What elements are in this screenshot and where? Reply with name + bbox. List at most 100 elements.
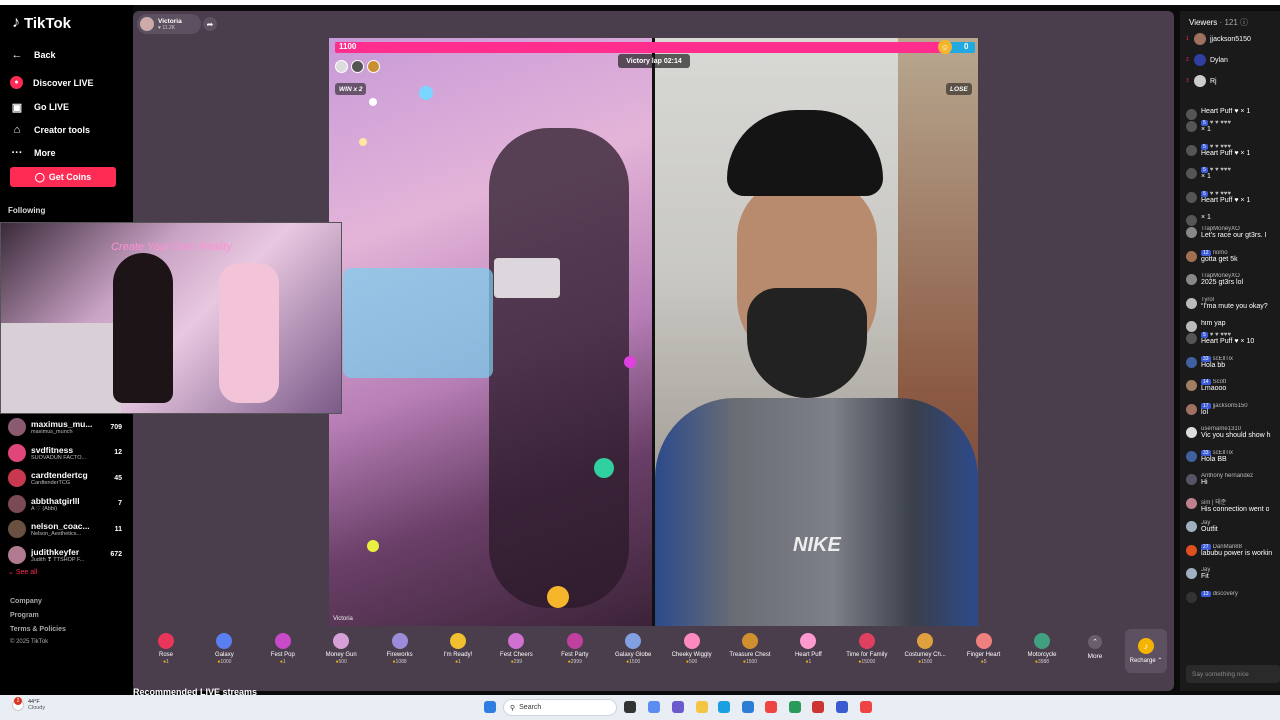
chat-message[interactable]: 14 Scott Lmaooo [1186,379,1280,392]
following-item[interactable]: svdfitness SUOVADUN FACTO... 12 [8,441,122,465]
chat-message[interactable]: 5 ♥ ♥ ♥♥♥ Heart Puff ♥ × 10 [1186,332,1280,345]
gift-item[interactable]: Heart Puff ●1 [779,627,837,677]
gift-item[interactable]: Fest Cheers ●299 [487,627,545,677]
footer-company[interactable]: Company [10,598,42,605]
chat-message[interactable]: 33 scEllTix Hola bb [1186,355,1280,369]
notification-badge: 2 [14,697,22,705]
following-item[interactable]: judithkeyfer Judith ❣ TTSHOP F... 672 [8,543,122,567]
host-pill[interactable]: Victoria ♥ 11.2K [137,14,201,34]
top-viewer[interactable]: 2 Dylan [1186,54,1228,66]
edge-icon[interactable] [718,701,730,713]
share-button[interactable]: ➦ [203,17,217,31]
chat-message[interactable]: 13 discovery [1186,590,1280,603]
gift-item[interactable]: Rose ●1 [137,627,195,677]
recharge-button[interactable]: ♪ Recharge ⌃ [1125,629,1167,673]
tiktok-logo[interactable]: ♪ TikTok [12,14,71,32]
gift-item[interactable]: Cheeky Wiggly ●500 [663,627,721,677]
chevron-up-icon: ⌃ [1088,635,1102,649]
chat-text: × 1 [1201,214,1211,221]
footer-terms[interactable]: Terms & Policies [10,626,66,633]
gift-item[interactable]: Costumey Ch... ●1500 [896,627,954,677]
gift-name: Finger Heart [966,652,1001,658]
gift-price: 1500 [629,659,641,665]
chat-message[interactable]: Jay Fit [1186,567,1280,580]
gift-item[interactable]: I'm Ready! ●1 [429,627,487,677]
host-name: Victoria [158,17,182,25]
app-icon[interactable] [789,701,801,713]
app-icon[interactable] [836,701,848,713]
gift-name: Treasure Chest [729,652,771,658]
top-viewer[interactable]: 3 Rj [1186,75,1217,87]
following-item[interactable]: nelson_coac... Nelson_Aesthetics... 11 [8,517,122,541]
chrome-icon[interactable] [860,701,872,713]
right-stream: NIKE [655,38,978,626]
nav-discover-live[interactable]: ● Discover LIVE [10,76,94,89]
viewers-header[interactable]: Viewers · 121 ⓘ [1189,17,1248,28]
chat-message[interactable]: 5 ♥ ♥ ♥♥♥ Heart Puff ♥ × 1 [1186,190,1280,204]
chat-message[interactable]: 12 nomo gotta get 5k [1186,249,1280,263]
chat-message[interactable]: TrapMoneyXO 2025 gt3rs lol [1186,273,1280,286]
gift-item[interactable]: Money Gun ●500 [312,627,370,677]
chat-message[interactable]: Heart Puff ♥ × 1 [1186,108,1280,120]
gift-icon [742,633,758,649]
supporter-avatar[interactable] [351,60,364,73]
chat-message[interactable]: him yap [1186,320,1280,332]
teams-icon[interactable] [672,701,684,713]
gift-item[interactable]: Fest Party ●2999 [546,627,604,677]
gift-item[interactable]: Motorcycle ●3988 [1013,627,1071,677]
gift-item[interactable]: Treasure Chest ●1500 [721,627,779,677]
chat-message[interactable]: × 1 [1186,214,1280,226]
task-view-icon[interactable] [624,701,636,713]
top-viewer[interactable]: 1 jjackson5150 [1186,33,1251,45]
chat-message[interactable]: TrapMoneyXO Let's race our gt3rs. I [1186,226,1280,239]
gift-item[interactable]: Fest Pop ●1 [254,627,312,677]
gift-item[interactable]: Galaxy ●1000 [195,627,253,677]
chat-message[interactable]: Tyrol “I'ma mute you okay? [1186,297,1280,310]
following-item[interactable]: maximus_mu... maximus_munch 709 [8,415,122,439]
gift-item[interactable]: Galaxy Globe ●1500 [604,627,662,677]
chat-message[interactable]: 5 ♥ ♥ ♥♥♥ Heart Puff ♥ × 1 [1186,143,1280,157]
chat-message[interactable]: 5 ♥ ♥ ♥♥♥ × 1 [1186,120,1280,133]
browser-top-strip [0,0,1280,5]
following-item[interactable]: cardtendertcg CardtenderTCG 45 [8,466,122,490]
following-subtitle: maximus_munch [31,429,73,435]
supporter-avatar[interactable] [367,60,380,73]
gift-name: Money Gun [325,652,357,658]
back-button[interactable]: ← Back [10,48,56,62]
supporter-avatar[interactable] [335,60,348,73]
see-all-link[interactable]: ⌄ See all [8,568,37,576]
chat-username: ♥ ♥ ♥♥♥ [1209,143,1231,150]
picture-in-picture-video[interactable]: Create Your Own Reality [0,222,342,414]
chat-text: lol [1201,408,1209,416]
file-explorer-icon[interactable] [696,701,708,713]
chat-message[interactable]: Jay Outfit [1186,520,1280,533]
gift-bar: Rose ●1 Galaxy ●1000 Fest Pop ●1 Money Gun ●500… [137,627,1170,677]
chat-input[interactable]: Say something nice [1186,665,1280,683]
chat-username: Anthony hernandez [1201,473,1254,479]
chat-message[interactable]: 17 jjackson5150 lol [1186,402,1280,416]
taskbar-search[interactable]: ⚲ Search [503,699,617,716]
mail-icon[interactable] [742,701,754,713]
nav-go-live[interactable]: ▣ Go LIVE [10,100,69,114]
windows-start-icon[interactable] [484,701,496,713]
get-coins-button[interactable]: ◯ Get Coins [10,167,116,187]
nav-more[interactable]: ··· More [10,146,56,160]
following-item[interactable]: abbthatgirlll A ♡ (Abbi) 7 [8,492,122,516]
gift-more-button[interactable]: ⌃ More [1082,635,1108,665]
battle-video[interactable]: NIKE [329,38,978,626]
chat-message[interactable]: 5 ♥ ♥ ♥♥♥ × 1 [1186,167,1280,180]
copilot-icon[interactable] [648,701,660,713]
chat-message[interactable]: username1310 Vic you should show h [1186,426,1280,439]
app-icon[interactable] [812,701,824,713]
gift-item[interactable]: Fireworks ●1088 [371,627,429,677]
chat-message[interactable]: Anthony hernandez Hi [1186,473,1280,486]
chat-message[interactable]: 27 DanMan88 labubu power is workin [1186,543,1280,557]
nav-creator-tools[interactable]: ⌂ Creator tools [10,123,90,137]
chrome-icon[interactable] [765,701,777,713]
gift-icon [333,633,350,649]
gift-item[interactable]: Time for Family ●15000 [838,627,896,677]
chat-message[interactable]: 33 scEllTix Hola BB [1186,449,1280,463]
footer-program[interactable]: Program [10,612,39,619]
gift-item[interactable]: Finger Heart ●5 [955,627,1013,677]
chat-message[interactable]: sim | 태준 His connection went o [1186,497,1280,513]
